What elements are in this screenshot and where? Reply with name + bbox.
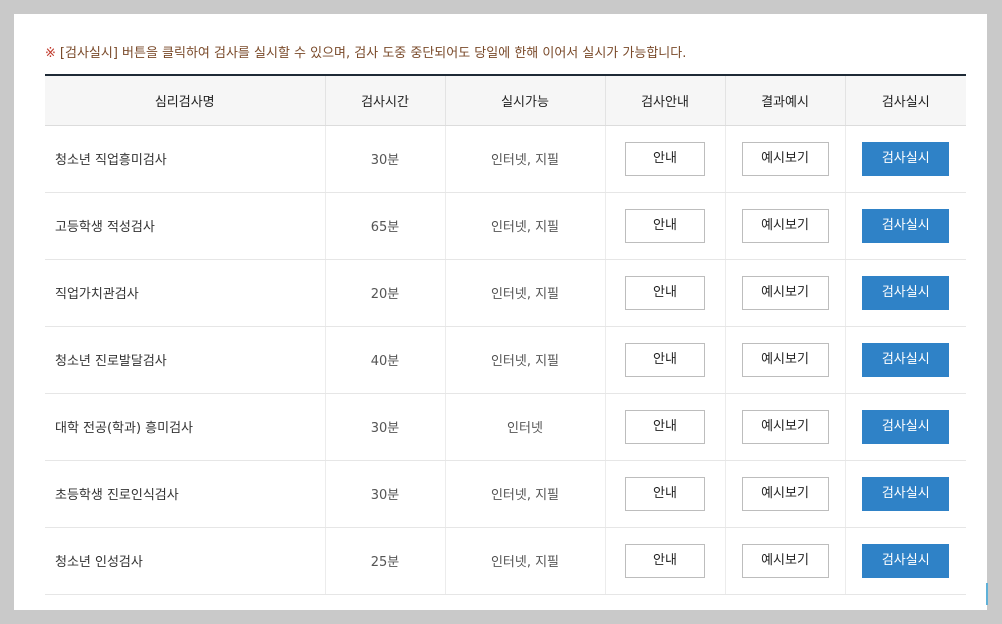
test-name-cell: 고등학생 적성검사: [45, 192, 325, 260]
start-test-button[interactable]: 검사실시: [862, 275, 950, 310]
start-cell: 검사실시: [844, 326, 966, 394]
test-mode-cell: 인터넷, 지필: [444, 460, 605, 528]
scroll-edge-indicator: [986, 583, 988, 605]
example-button[interactable]: 예시보기: [741, 543, 829, 578]
example-cell: 예시보기: [724, 192, 845, 260]
start-test-button[interactable]: 검사실시: [862, 476, 950, 511]
test-time-cell: 30분: [324, 393, 445, 461]
start-cell: 검사실시: [844, 460, 966, 528]
test-time-cell: 25분: [324, 527, 445, 595]
test-time-cell: 30분: [324, 125, 445, 193]
start-cell: 검사실시: [844, 259, 966, 327]
guide-cell: 안내: [604, 259, 725, 327]
test-mode-cell: 인터넷, 지필: [444, 326, 605, 394]
header-start-test: 검사실시: [844, 74, 966, 126]
example-cell: 예시보기: [724, 527, 845, 595]
guide-button[interactable]: 안내: [625, 409, 705, 444]
example-button[interactable]: 예시보기: [741, 275, 829, 310]
table-row: 고등학생 적성검사 65분 인터넷, 지필 안내 예시보기 검사실시: [45, 192, 966, 260]
start-test-button[interactable]: 검사실시: [862, 409, 950, 444]
example-cell: 예시보기: [724, 326, 845, 394]
start-test-button[interactable]: 검사실시: [862, 208, 950, 243]
guide-button[interactable]: 안내: [625, 543, 705, 578]
test-name-cell: 청소년 진로발달검사: [45, 326, 325, 394]
table-row: 초등학생 진로인식검사 30분 인터넷, 지필 안내 예시보기 검사실시: [45, 460, 966, 528]
test-time-cell: 20분: [324, 259, 445, 327]
header-available-mode: 실시가능: [444, 74, 605, 126]
guide-button[interactable]: 안내: [625, 275, 705, 310]
example-cell: 예시보기: [724, 259, 845, 327]
guide-button[interactable]: 안내: [625, 208, 705, 243]
start-cell: 검사실시: [844, 527, 966, 595]
example-button[interactable]: 예시보기: [741, 141, 829, 176]
table-row: 청소년 인성검사 25분 인터넷, 지필 안내 예시보기 검사실시: [45, 527, 966, 595]
test-mode-cell: 인터넷, 지필: [444, 192, 605, 260]
guide-cell: 안내: [604, 125, 725, 193]
start-test-button[interactable]: 검사실시: [862, 543, 950, 578]
guide-button[interactable]: 안내: [625, 141, 705, 176]
test-mode-cell: 인터넷: [444, 393, 605, 461]
header-guide: 검사안내: [604, 74, 725, 126]
notice-text: ※ [검사실시] 버튼을 클릭하여 검사를 실시할 수 있으며, 검사 도중 중단…: [45, 42, 686, 61]
header-test-name: 심리검사명: [45, 74, 325, 126]
table-row: 청소년 진로발달검사 40분 인터넷, 지필 안내 예시보기 검사실시: [45, 326, 966, 394]
test-name-cell: 직업가치관검사: [45, 259, 325, 327]
example-cell: 예시보기: [724, 125, 845, 193]
test-mode-cell: 인터넷, 지필: [444, 125, 605, 193]
notice-mark: ※: [45, 46, 56, 61]
start-cell: 검사실시: [844, 393, 966, 461]
table-row: 직업가치관검사 20분 인터넷, 지필 안내 예시보기 검사실시: [45, 259, 966, 327]
example-button[interactable]: 예시보기: [741, 476, 829, 511]
test-name-cell: 청소년 인성검사: [45, 527, 325, 595]
table-header-row: 심리검사명 검사시간 실시가능 검사안내 결과예시 검사실시: [45, 74, 966, 126]
example-button[interactable]: 예시보기: [741, 342, 829, 377]
header-result-example: 결과예시: [724, 74, 845, 126]
start-cell: 검사실시: [844, 192, 966, 260]
table-row: 청소년 직업흥미검사 30분 인터넷, 지필 안내 예시보기 검사실시: [45, 125, 966, 193]
test-mode-cell: 인터넷, 지필: [444, 259, 605, 327]
test-name-cell: 청소년 직업흥미검사: [45, 125, 325, 193]
guide-cell: 안내: [604, 393, 725, 461]
start-cell: 검사실시: [844, 125, 966, 193]
example-cell: 예시보기: [724, 393, 845, 461]
guide-button[interactable]: 안내: [625, 476, 705, 511]
test-time-cell: 30분: [324, 460, 445, 528]
test-mode-cell: 인터넷, 지필: [444, 527, 605, 595]
test-time-cell: 40분: [324, 326, 445, 394]
guide-cell: 안내: [604, 326, 725, 394]
guide-cell: 안내: [604, 460, 725, 528]
example-cell: 예시보기: [724, 460, 845, 528]
notice-message: [검사실시] 버튼을 클릭하여 검사를 실시할 수 있으며, 검사 도중 중단되…: [59, 46, 687, 61]
table-row: 대학 전공(학과) 흥미검사 30분 인터넷 안내 예시보기 검사실시: [45, 393, 966, 461]
header-test-time: 검사시간: [324, 74, 445, 126]
example-button[interactable]: 예시보기: [741, 409, 829, 444]
guide-button[interactable]: 안내: [625, 342, 705, 377]
test-table: 심리검사명 검사시간 실시가능 검사안내 결과예시 검사실시 청소년 직업흥미검…: [45, 74, 966, 595]
example-button[interactable]: 예시보기: [741, 208, 829, 243]
test-time-cell: 65분: [324, 192, 445, 260]
test-list-panel: ※ [검사실시] 버튼을 클릭하여 검사를 실시할 수 있으며, 검사 도중 중단…: [14, 14, 987, 610]
guide-cell: 안내: [604, 527, 725, 595]
start-test-button[interactable]: 검사실시: [862, 141, 950, 176]
guide-cell: 안내: [604, 192, 725, 260]
start-test-button[interactable]: 검사실시: [862, 342, 950, 377]
test-name-cell: 대학 전공(학과) 흥미검사: [45, 393, 325, 461]
test-name-cell: 초등학생 진로인식검사: [45, 460, 325, 528]
